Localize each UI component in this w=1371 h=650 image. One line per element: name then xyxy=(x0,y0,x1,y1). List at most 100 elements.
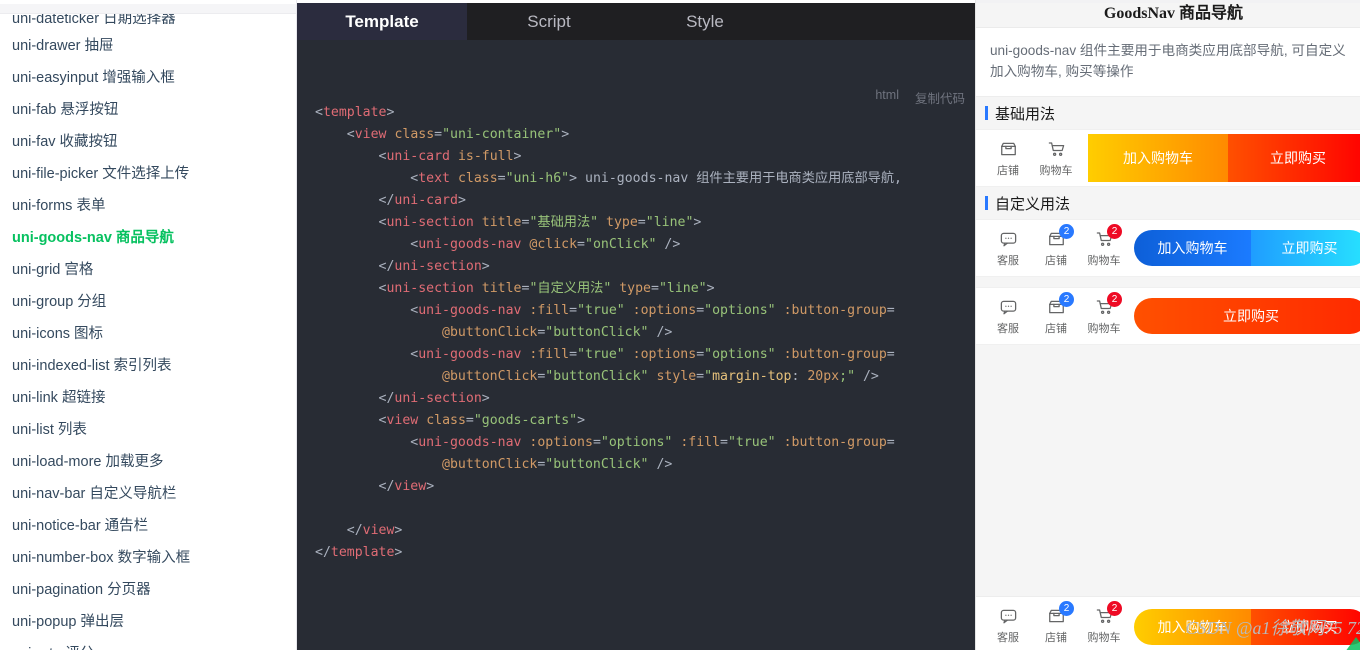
goods-nav-custom-blue-icons: 客服 2 店铺 2 购物车 xyxy=(984,223,1128,268)
chat-icon xyxy=(997,297,1019,317)
code-tabs[interactable]: Template Script Style xyxy=(297,3,975,40)
goods-nav-custom-single-buttons: 立即购买 xyxy=(1134,298,1368,334)
section-title-custom: 自定义用法 xyxy=(995,196,1071,213)
sidebar-nav-list: uni-dateticker 日期选择器 uni-drawer 抽屉 uni-e… xyxy=(0,14,296,650)
tab-script[interactable]: Script xyxy=(467,3,631,40)
cart-badge: 2 xyxy=(1107,291,1122,307)
shop-icon: 2 xyxy=(1045,601,1074,626)
sidebar-item-uni-forms[interactable]: uni-forms 表单 xyxy=(0,190,296,222)
goods-nav-basic-icons: 店铺 购物车 xyxy=(984,139,1080,178)
buy-now-button[interactable]: 立即购买 xyxy=(1134,298,1368,334)
sidebar-item-uni-easyinput[interactable]: uni-easyinput 增强输入框 xyxy=(0,62,296,94)
section-header-custom: 自定义用法 xyxy=(976,187,1371,219)
shop-badge: 2 xyxy=(1059,291,1074,307)
cart-icon-label: 购物车 xyxy=(1039,164,1073,177)
sidebar-item-uni-rate[interactable]: uni-rate 评分 xyxy=(0,638,296,650)
chat-icon-label: 客服 xyxy=(997,322,1019,335)
sidebar-item-uni-icons[interactable]: uni-icons 图标 xyxy=(0,318,296,350)
sidebar-item-uni-number-box[interactable]: uni-number-box 数字输入框 xyxy=(0,542,296,574)
chat-icon-label: 客服 xyxy=(997,632,1019,644)
cart-icon-label: 购物车 xyxy=(1087,254,1121,267)
shop-icon xyxy=(997,139,1019,159)
cart-icon-button[interactable]: 2 购物车 xyxy=(1080,223,1128,268)
chat-icon-button[interactable]: 客服 xyxy=(984,297,1032,336)
page-root: uni-dateticker 日期选择器 uni-drawer 抽屉 uni-e… xyxy=(0,0,1371,650)
cart-icon-label: 购物车 xyxy=(1087,632,1121,644)
preview-panel: GoodsNav 商品导航 uni-goods-nav 组件主要用于电商类应用底… xyxy=(975,0,1371,650)
buy-now-button[interactable]: 立即购买 xyxy=(1251,230,1368,266)
tab-template[interactable]: Template xyxy=(297,3,467,40)
sidebar-top-divider xyxy=(0,4,296,14)
shop-icon: 2 xyxy=(1045,291,1074,317)
tab-style[interactable]: Style xyxy=(631,3,779,40)
sidebar-item-uni-nav-bar[interactable]: uni-nav-bar 自定义导航栏 xyxy=(0,478,296,510)
shop-icon-button[interactable]: 店铺 xyxy=(984,139,1032,178)
cart-icon: 2 xyxy=(1093,291,1122,317)
preview-body: GoodsNav 商品导航 uni-goods-nav 组件主要用于电商类应用底… xyxy=(976,0,1371,650)
sidebar-item-0[interactable]: uni-dateticker 日期选择器 xyxy=(0,14,296,30)
chat-icon-button[interactable]: 客服 xyxy=(984,606,1032,645)
add-to-cart-button[interactable]: 加入购物车 xyxy=(1088,134,1228,182)
sidebar-item-uni-file-picker[interactable]: uni-file-picker 文件选择上传 xyxy=(0,158,296,190)
goods-nav-basic-buttons: 加入购物车 立即购买 xyxy=(1088,134,1368,182)
component-description: uni-goods-nav 组件主要用于电商类应用底部导航, 可自定义加入购物车… xyxy=(976,28,1371,97)
add-to-cart-button[interactable]: 加入购物车 xyxy=(1134,230,1251,266)
sidebar-item-uni-link[interactable]: uni-link 超链接 xyxy=(0,382,296,414)
shop-badge: 2 xyxy=(1059,601,1074,616)
goods-nav-basic: 店铺 购物车 加入购物车 立即购买 xyxy=(976,129,1371,187)
goods-nav-fixed-buttons: 加入购物车 立即购买 xyxy=(1134,608,1368,645)
sidebar-item-uni-grid[interactable]: uni-grid 宫格 xyxy=(0,254,296,286)
sidebar-item-uni-indexed-list[interactable]: uni-indexed-list 索引列表 xyxy=(0,350,296,382)
code-toolbar: html 复制代码 xyxy=(875,88,965,107)
goods-nav-custom-blue: 客服 2 店铺 2 购物车 加入购物车 立即购买 xyxy=(976,219,1371,277)
shop-icon-label: 店铺 xyxy=(1045,254,1067,267)
cart-icon xyxy=(1045,139,1067,159)
code-language-label: html xyxy=(875,88,899,102)
sidebar-item-uni-popup[interactable]: uni-popup 弹出层 xyxy=(0,606,296,638)
sidebar-item-uni-fab[interactable]: uni-fab 悬浮按钮 xyxy=(0,94,296,126)
page-scrollbar[interactable] xyxy=(1360,0,1371,650)
sidebar-item-uni-goods-nav[interactable]: uni-goods-nav 商品导航 xyxy=(0,222,296,254)
cart-icon-button[interactable]: 2 购物车 xyxy=(1080,601,1128,645)
section-header-basic: 基础用法 xyxy=(976,97,1371,129)
goods-nav-custom-single-icons: 客服 2 店铺 2 购物车 xyxy=(984,291,1128,336)
sidebar-item-uni-load-more[interactable]: uni-load-more 加载更多 xyxy=(0,446,296,478)
cart-icon-button[interactable]: 2 购物车 xyxy=(1080,291,1128,336)
code-editor-area[interactable]: html 复制代码 <template> <view class="uni-co… xyxy=(297,40,975,650)
cart-icon-button[interactable]: 购物车 xyxy=(1032,139,1080,178)
chat-icon-button[interactable]: 客服 xyxy=(984,229,1032,268)
shop-badge: 2 xyxy=(1059,223,1074,239)
sidebar-item-uni-fav[interactable]: uni-fav 收藏按钮 xyxy=(0,126,296,158)
section-accent-bar xyxy=(985,106,988,120)
sidebar-item-uni-drawer[interactable]: uni-drawer 抽屉 xyxy=(0,30,296,62)
cart-icon: 2 xyxy=(1093,601,1122,626)
copy-code-button[interactable]: 复制代码 xyxy=(915,88,965,107)
shop-icon: 2 xyxy=(1045,223,1074,249)
section-accent-bar xyxy=(985,196,988,210)
shop-icon-button[interactable]: 2 店铺 xyxy=(1032,601,1080,645)
cart-icon: 2 xyxy=(1093,223,1122,249)
sidebar-item-uni-list[interactable]: uni-list 列表 xyxy=(0,414,296,446)
add-to-cart-button[interactable]: 加入购物车 xyxy=(1134,608,1251,645)
chat-icon-label: 客服 xyxy=(997,254,1019,267)
chat-icon xyxy=(997,606,1019,626)
goods-nav-custom-single: 客服 2 店铺 2 购物车 立即购买 xyxy=(976,287,1371,345)
goods-nav-fixed-icons: 客服 2 店铺 2 购物车 xyxy=(984,601,1128,645)
sidebar-item-uni-pagination[interactable]: uni-pagination 分页器 xyxy=(0,574,296,606)
section-title-basic: 基础用法 xyxy=(995,106,1056,123)
page-title: GoodsNav 商品导航 xyxy=(976,3,1371,28)
cart-badge: 2 xyxy=(1107,601,1122,616)
code-block: <template> <view class="uni-container"> … xyxy=(315,105,902,560)
buy-now-button[interactable]: 立即购买 xyxy=(1228,134,1368,182)
sidebar-item-uni-group[interactable]: uni-group 分组 xyxy=(0,286,296,318)
shop-icon-label: 店铺 xyxy=(1045,322,1067,335)
shop-icon-button[interactable]: 2 店铺 xyxy=(1032,223,1080,268)
sidebar-item-uni-notice-bar[interactable]: uni-notice-bar 通告栏 xyxy=(0,510,296,542)
goods-nav-custom-blue-buttons: 加入购物车 立即购买 xyxy=(1134,230,1368,266)
cart-badge: 2 xyxy=(1107,223,1122,239)
shop-icon-button[interactable]: 2 店铺 xyxy=(1032,291,1080,336)
component-sidebar[interactable]: uni-dateticker 日期选择器 uni-drawer 抽屉 uni-e… xyxy=(0,0,297,650)
chat-icon xyxy=(997,229,1019,249)
shop-icon-label: 店铺 xyxy=(1045,632,1067,644)
code-panel: Template Script Style html 复制代码 <templat… xyxy=(297,0,975,650)
